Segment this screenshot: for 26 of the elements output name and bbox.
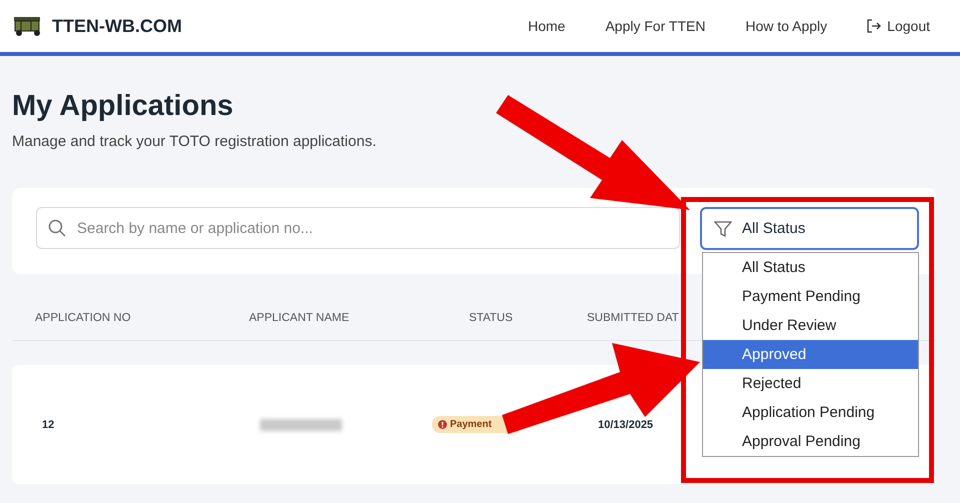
dropdown-option[interactable]: Approval Pending [703, 427, 918, 456]
site-name[interactable]: TTEN-WB.COM [52, 16, 182, 36]
nav-link[interactable]: Apply For TTEN [605, 18, 706, 34]
status-select[interactable]: All Status [700, 207, 919, 250]
alert-icon [438, 420, 447, 429]
nav-link[interactable]: How to Apply [745, 18, 828, 34]
dropdown-option[interactable]: Under Review [703, 311, 918, 340]
dropdown-option[interactable]: All Status [703, 253, 918, 282]
filter-icon [714, 220, 732, 238]
dropdown-option[interactable]: Payment Pending [703, 282, 918, 311]
logout-link[interactable]: Logout [867, 18, 930, 34]
table-cell-text: 12 [42, 418, 56, 430]
table-cell-text: 10/13/2025 [598, 418, 654, 430]
page-subtitle: Manage and track your TOTO registration applications. [12, 133, 378, 150]
column-header: APPLICATION NO [35, 312, 132, 324]
logout-icon [867, 19, 882, 33]
dropdown-option[interactable]: Rejected [703, 369, 918, 398]
search-field[interactable]: Search by name or application no... [36, 207, 680, 249]
column-header: SUBMITTED DAT [587, 312, 680, 324]
nav-link[interactable]: Home [528, 18, 566, 34]
column-header: STATUS [469, 312, 514, 324]
dropdown-option[interactable]: Approved [703, 340, 918, 369]
dropdown-option[interactable]: Application Pending [703, 398, 918, 427]
search-icon [48, 219, 66, 237]
column-header: APPLICANT NAME [249, 312, 350, 324]
page-title: My Applications [12, 90, 234, 123]
